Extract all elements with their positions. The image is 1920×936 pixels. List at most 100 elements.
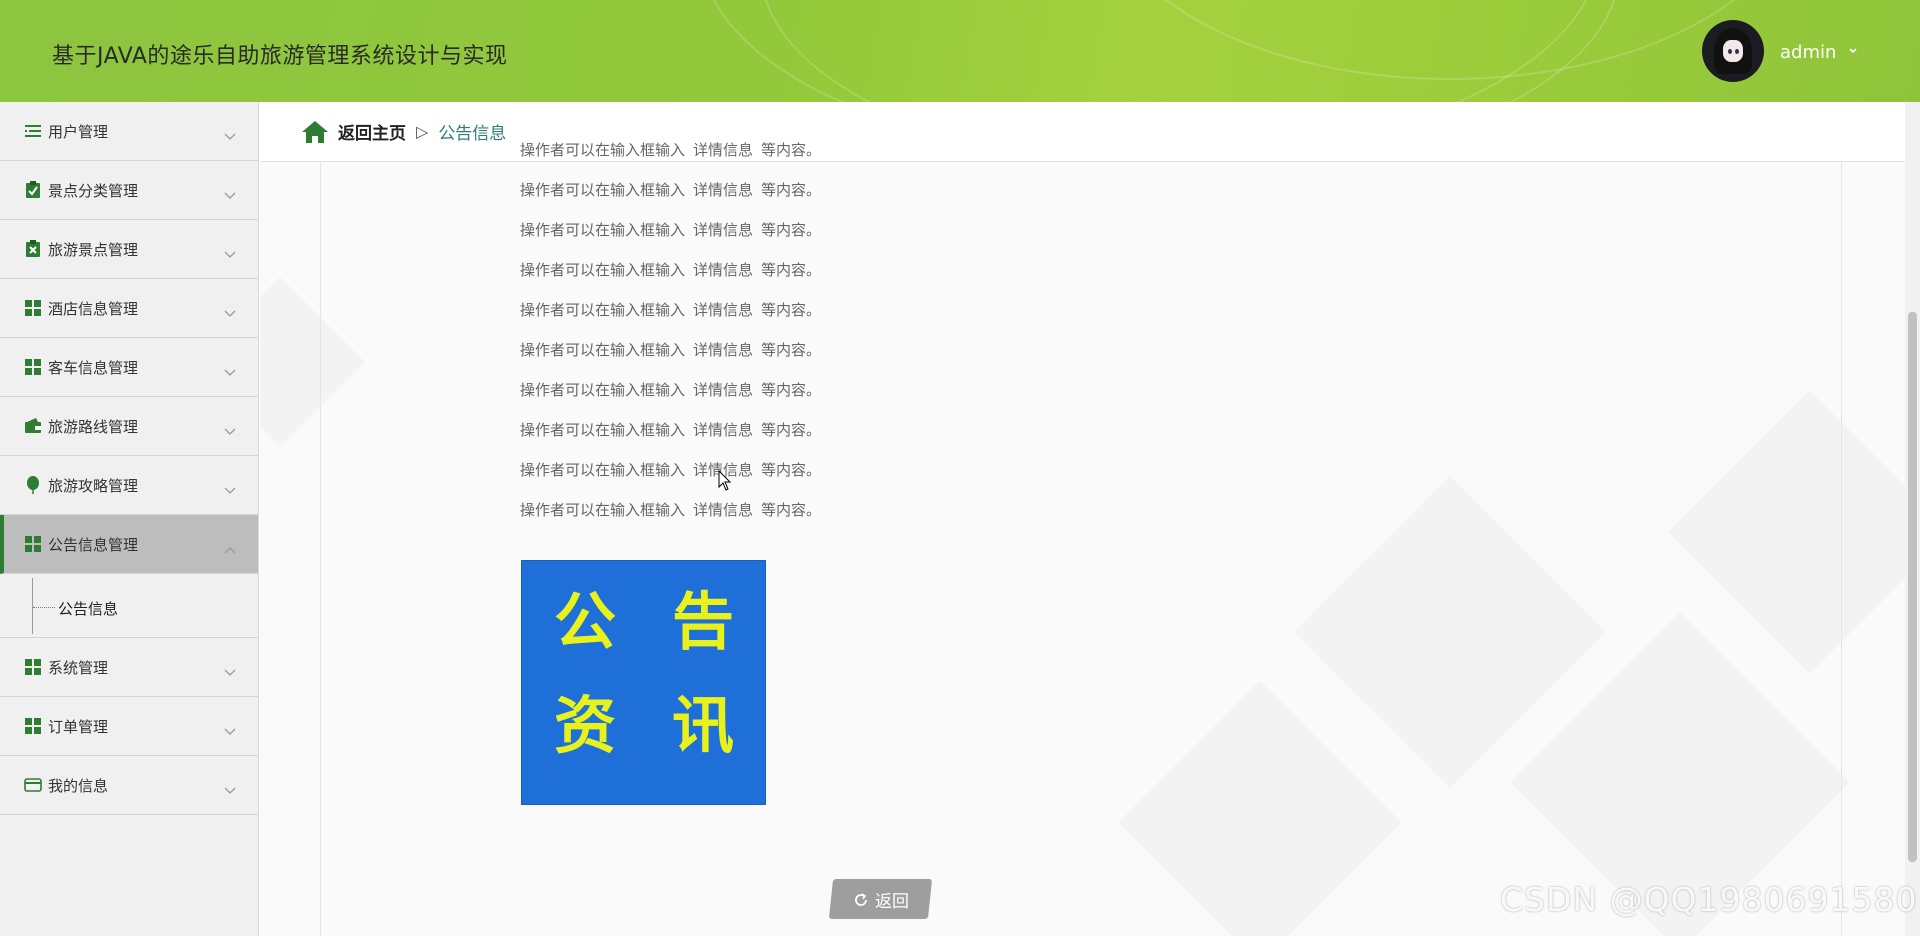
sidebar-item-label: 我的信息 bbox=[48, 776, 109, 795]
detail-text: 详情信息 bbox=[693, 141, 754, 159]
detail-text-line: 操作者可以在输入框输入 详情信息 等内容。 bbox=[520, 299, 829, 320]
detail-text-line: 操作者可以在输入框输入 详情信息 等内容。 bbox=[520, 219, 829, 240]
chevron-down-icon[interactable] bbox=[224, 721, 236, 735]
chevron-down-icon[interactable] bbox=[224, 185, 236, 199]
sidebar-item[interactable]: 订单管理 bbox=[0, 697, 258, 756]
app-title: 基于JAVA的途乐自助旅游管理系统设计与实现 bbox=[52, 44, 508, 69]
sidebar-item[interactable]: 酒店信息管理 bbox=[0, 279, 258, 338]
detail-text: 操作者可以在输入框输入 bbox=[520, 301, 686, 319]
detail-text: 等内容。 bbox=[761, 501, 822, 519]
home-icon[interactable] bbox=[300, 119, 330, 145]
chevron-down-icon[interactable] bbox=[224, 303, 236, 317]
sidebar: 用户管理景点分类管理 旅游景点管理 酒店信息管理 客车信息管理 旅游路线管理 旅游攻略管理… bbox=[0, 102, 259, 936]
notice-image-char: 资 bbox=[554, 689, 617, 762]
clipboard-check-icon bbox=[24, 181, 42, 199]
breadcrumb-separator: ▷ bbox=[416, 122, 429, 141]
detail-text: 等内容。 bbox=[761, 141, 822, 159]
detail-text-line: 操作者可以在输入框输入 详情信息 等内容。 bbox=[520, 419, 829, 440]
grid-icon bbox=[24, 535, 42, 553]
detail-text: 操作者可以在输入框输入 bbox=[520, 501, 686, 519]
sidebar-item-label: 旅游路线管理 bbox=[48, 417, 139, 436]
card-icon bbox=[24, 776, 42, 794]
back-button-label: 返回 bbox=[874, 891, 909, 912]
detail-text: 等内容。 bbox=[761, 181, 822, 199]
sidebar-item[interactable]: 旅游景点管理 bbox=[0, 220, 258, 279]
sidebar-item-label: 客车信息管理 bbox=[48, 358, 139, 377]
grid-icon bbox=[24, 658, 42, 676]
chevron-down-icon[interactable] bbox=[224, 362, 236, 376]
detail-text: 等内容。 bbox=[761, 381, 822, 399]
sidebar-item[interactable]: 系统管理 bbox=[0, 638, 258, 697]
notice-image-char: 公 bbox=[554, 585, 617, 658]
detail-text: 详情信息 bbox=[693, 421, 754, 439]
detail-text: 等内容。 bbox=[761, 461, 822, 479]
breadcrumb-current: 公告信息 bbox=[438, 124, 507, 144]
detail-text: 等内容。 bbox=[761, 221, 822, 239]
detail-text: 操作者可以在输入框输入 bbox=[520, 421, 686, 439]
breadcrumb: 返回主页 ▷ 公告信息 bbox=[260, 102, 1920, 162]
tree-line bbox=[32, 578, 33, 634]
sidebar-item[interactable]: 用户管理 bbox=[0, 102, 258, 161]
user-menu-name[interactable]: admin bbox=[1780, 42, 1836, 63]
sidebar-submenu: 公告信息 bbox=[0, 574, 258, 638]
tree-line bbox=[33, 607, 55, 608]
detail-text-line: 操作者可以在输入框输入 详情信息 等内容。 bbox=[520, 459, 829, 480]
detail-text-line: 操作者可以在输入框输入 详情信息 等内容。 bbox=[520, 499, 829, 520]
grid-icon bbox=[24, 299, 42, 317]
sidebar-item[interactable]: 客车信息管理 bbox=[0, 338, 258, 397]
sidebar-item-label: 公告信息管理 bbox=[48, 535, 139, 554]
detail-text: 操作者可以在输入框输入 bbox=[520, 141, 686, 159]
detail-text: 详情信息 bbox=[693, 301, 754, 319]
balloon-icon bbox=[24, 476, 42, 494]
sidebar-item-label: 旅游景点管理 bbox=[48, 240, 139, 259]
refresh-icon bbox=[854, 892, 867, 905]
detail-text: 操作者可以在输入框输入 bbox=[520, 461, 686, 479]
chevron-up-icon[interactable] bbox=[224, 539, 236, 554]
page-scrollbar[interactable] bbox=[1905, 102, 1920, 936]
sidebar-item[interactable]: 景点分类管理 bbox=[0, 161, 258, 220]
chevron-down-icon[interactable] bbox=[224, 244, 236, 258]
grid-icon bbox=[24, 717, 42, 735]
back-button[interactable]: 返回 bbox=[828, 879, 933, 919]
detail-text: 等内容。 bbox=[761, 301, 822, 319]
avatar[interactable] bbox=[1702, 20, 1764, 82]
detail-text: 等内容。 bbox=[761, 261, 822, 279]
chevron-down-icon[interactable] bbox=[1848, 46, 1858, 56]
chevron-down-icon[interactable] bbox=[224, 126, 236, 140]
detail-text: 详情信息 bbox=[693, 261, 754, 279]
sidebar-item-label: 旅游攻略管理 bbox=[48, 476, 139, 495]
notice-image-char: 讯 bbox=[672, 689, 735, 762]
detail-text: 操作者可以在输入框输入 bbox=[520, 221, 686, 239]
scrollbar-thumb[interactable] bbox=[1908, 312, 1917, 862]
list-icon bbox=[24, 122, 42, 140]
chevron-down-icon[interactable] bbox=[224, 480, 236, 494]
submenu-item-notice[interactable]: 公告信息 bbox=[58, 598, 118, 619]
main-content: 返回主页 ▷ 公告信息 操作者可以在输入框输入 详情信息 等内容。 操作者可以在输入框… bbox=[260, 102, 1920, 936]
watermark: CSDN @QQ1980691580 bbox=[1500, 880, 1918, 919]
detail-text-line: 操作者可以在输入框输入 详情信息 等内容。 bbox=[520, 339, 829, 360]
detail-text-line: 操作者可以在输入框输入 详情信息 等内容。 bbox=[520, 379, 829, 400]
chevron-down-icon[interactable] bbox=[224, 662, 236, 676]
detail-text: 操作者可以在输入框输入 bbox=[520, 181, 686, 199]
breadcrumb-home-link[interactable]: 返回主页 bbox=[338, 119, 406, 144]
sidebar-item[interactable]: 我的信息 bbox=[0, 756, 258, 815]
detail-text-line: 操作者可以在输入框输入 详情信息 等内容。 bbox=[520, 179, 829, 200]
detail-text: 详情信息 bbox=[693, 181, 754, 199]
wallet-icon bbox=[24, 417, 42, 435]
sidebar-item[interactable]: 公告信息管理 bbox=[0, 515, 258, 574]
detail-text-line: 操作者可以在输入框输入 详情信息 等内容。 bbox=[520, 139, 829, 160]
sidebar-item-label: 系统管理 bbox=[48, 658, 109, 677]
sidebar-item-label: 酒店信息管理 bbox=[48, 299, 139, 318]
grid-icon bbox=[24, 358, 42, 376]
notice-image: 公 告 资 讯 bbox=[521, 560, 766, 805]
detail-text-line: 操作者可以在输入框输入 详情信息 等内容。 bbox=[520, 259, 829, 280]
chevron-down-icon[interactable] bbox=[224, 421, 236, 435]
sidebar-item-label: 景点分类管理 bbox=[48, 181, 139, 200]
sidebar-item[interactable]: 旅游攻略管理 bbox=[0, 456, 258, 515]
sidebar-item-label: 用户管理 bbox=[48, 122, 109, 141]
detail-text: 详情信息 bbox=[693, 501, 754, 519]
detail-text: 详情信息 bbox=[693, 221, 754, 239]
chevron-down-icon[interactable] bbox=[224, 780, 236, 794]
sidebar-item[interactable]: 旅游路线管理 bbox=[0, 397, 258, 456]
detail-text: 等内容。 bbox=[761, 421, 822, 439]
